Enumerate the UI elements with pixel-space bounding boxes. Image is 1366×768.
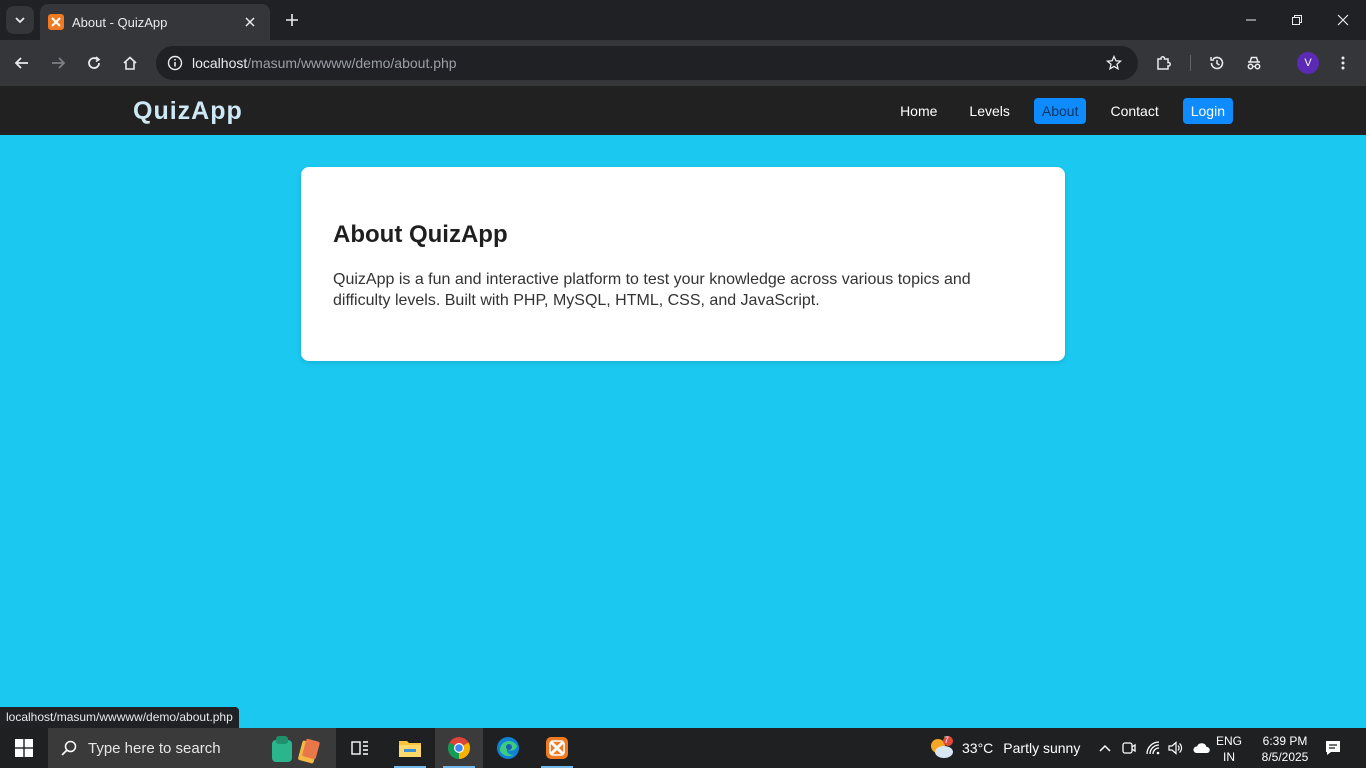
plus-icon (286, 14, 298, 26)
chevron-up-icon (1099, 744, 1111, 752)
about-heading: About QuizApp (333, 221, 508, 248)
status-bubble: localhost/masum/wwwww/demo/about.php (0, 707, 239, 728)
weather-condition: Partly sunny (1003, 740, 1081, 756)
clock-date: 8/5/2025 (1261, 750, 1309, 764)
incognito-icon (1247, 56, 1261, 70)
site-navbar: QuizApp Home Levels About Contact Login (0, 86, 1366, 135)
taskbar-clock[interactable]: 6:39 PM 8/5/2025 (1254, 733, 1316, 765)
history-button[interactable] (1203, 49, 1231, 77)
puzzle-icon (1157, 56, 1171, 70)
login-button[interactable]: Login (1182, 98, 1233, 124)
profile-avatar[interactable]: V (1297, 52, 1319, 74)
toolbar-divider (1190, 55, 1191, 71)
xampp-icon (546, 737, 568, 759)
browser-toolbar: localhost/masum/wwwww/demo/about.php V (0, 40, 1366, 86)
meet-now-button[interactable] (1118, 728, 1140, 768)
close-icon (1337, 14, 1349, 26)
history-icon (1210, 56, 1224, 70)
back-button[interactable] (8, 49, 36, 77)
extensions-button[interactable] (1150, 49, 1178, 77)
more-vertical-icon (1341, 56, 1345, 70)
task-view-icon (351, 741, 368, 755)
home-icon (123, 56, 137, 70)
forward-button[interactable] (44, 49, 72, 77)
weather-temp: 33°C (962, 740, 994, 756)
language-code: ENG (1216, 734, 1243, 748)
nav-link-contact[interactable]: Contact (1102, 98, 1166, 124)
nav-links: Home Levels About Contact Login (876, 98, 1233, 124)
about-card: About QuizApp QuizApp is a fun and inter… (301, 167, 1065, 361)
home-button[interactable] (116, 49, 144, 77)
volume-button[interactable] (1164, 728, 1186, 768)
new-tab-button[interactable] (280, 8, 304, 32)
address-bar[interactable]: localhost/masum/wwwww/demo/about.php (156, 46, 1138, 80)
show-hidden-icons-button[interactable] (1094, 728, 1116, 768)
close-window-button[interactable] (1320, 0, 1366, 40)
chevron-down-icon (15, 17, 25, 24)
taskbar-chrome[interactable] (435, 728, 483, 768)
taskbar-edge[interactable] (484, 728, 532, 768)
clock-time: 6:39 PM (1262, 734, 1308, 748)
folder-icon (399, 741, 421, 757)
chrome-icon (448, 737, 470, 759)
camera-icon (1122, 742, 1136, 754)
site-info-icon[interactable] (158, 46, 192, 80)
browser-tab-bar: About - QuizApp (0, 0, 1366, 40)
minimize-button[interactable] (1228, 0, 1274, 40)
tab-search-button[interactable] (6, 6, 34, 34)
search-icon (61, 740, 77, 756)
search-highlight-icon (272, 736, 320, 764)
bookmark-star-icon[interactable] (1102, 51, 1126, 75)
nav-link-home[interactable]: Home (892, 98, 945, 124)
reload-icon (88, 56, 101, 69)
site-brand[interactable]: QuizApp (133, 97, 243, 126)
speaker-icon (1168, 741, 1183, 755)
taskbar-weather[interactable]: 7 33°C Partly sunny (928, 728, 1080, 768)
network-button[interactable] (1142, 728, 1164, 768)
restore-icon (1292, 15, 1302, 25)
taskbar-search-placeholder: Type here to search (88, 739, 221, 757)
windows-taskbar: Type here to search 7 33°C Partly sunny … (0, 728, 1366, 768)
cloud-icon (1193, 743, 1210, 753)
address-url: localhost/masum/wwwww/demo/about.php (192, 55, 457, 71)
tab-title: About - QuizApp (72, 14, 168, 30)
partly-sunny-icon (931, 736, 953, 758)
reload-button[interactable] (80, 49, 108, 77)
taskbar-file-explorer[interactable] (386, 728, 434, 768)
start-button[interactable] (0, 728, 48, 768)
edge-icon (497, 737, 519, 759)
taskbar-search-box[interactable]: Type here to search (48, 728, 336, 768)
windows-logo-icon (15, 739, 33, 757)
about-description: QuizApp is a fun and interactive platfor… (333, 271, 971, 309)
task-view-button[interactable] (336, 728, 384, 768)
weather-badge: 7 (944, 735, 950, 745)
restore-button[interactable] (1274, 0, 1320, 40)
notification-center-button[interactable] (1318, 728, 1348, 768)
nav-link-levels[interactable]: Levels (961, 98, 1017, 124)
arrow-left-icon (14, 57, 28, 69)
taskbar-xampp[interactable] (533, 728, 581, 768)
wifi-icon (1146, 741, 1160, 755)
language-indicator[interactable]: ENG IN (1216, 733, 1242, 765)
browser-tab[interactable]: About - QuizApp (40, 4, 270, 40)
arrow-right-icon (52, 57, 66, 69)
nav-link-about[interactable]: About (1033, 98, 1087, 124)
incognito-button[interactable] (1240, 49, 1268, 77)
language-region: IN (1223, 750, 1235, 764)
xampp-favicon-icon (48, 14, 64, 30)
tab-close-icon[interactable] (240, 12, 260, 32)
minimize-icon (1246, 19, 1256, 21)
browser-menu-button[interactable] (1329, 49, 1357, 77)
notification-icon (1326, 741, 1340, 755)
onedrive-button[interactable] (1188, 728, 1214, 768)
